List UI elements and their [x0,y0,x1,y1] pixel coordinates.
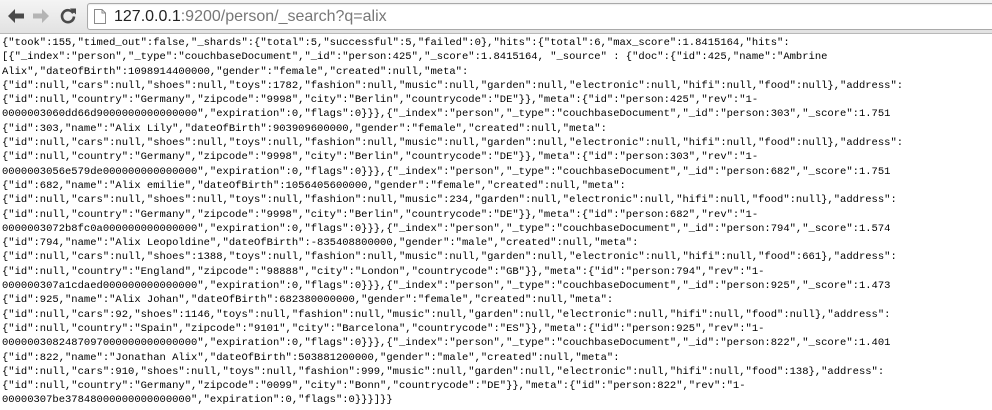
json-line: {"id":794,"name":"Alix Leopoldine","date… [2,237,639,250]
json-line: 0000003060dd66d9000000000000000","expira… [2,108,891,121]
forward-button[interactable] [29,4,53,28]
json-line: Alix","dateOfBirth":1098914400000,"gende… [2,65,469,78]
json-line: {"id":925,"name":"Alix Johan","dateOfBir… [2,294,614,307]
json-line: {"id":682,"name":"Alix emilie","dateOfBi… [2,179,626,192]
json-line: {"id":null,"cars":null,"shoes":1388,"toy… [2,251,897,264]
json-line: {"id":null,"cars":null,"shoes":null,"toy… [2,194,897,207]
json-line: {"id":822,"name":"Jonathan Alix","dateOf… [2,351,620,364]
json-line: {"id":null,"country":"Germany","zipcode"… [2,94,759,107]
address-bar[interactable]: 127.0.0.1:9200/person/_search?q=alix [87,3,992,30]
json-line: [{"_index":"person","_type":"couchbaseDo… [2,51,828,64]
json-line: 0000003082487097000000000000000","expira… [2,337,891,350]
forward-arrow-icon [33,9,49,23]
json-line: {"took":155,"timed_out":false,"_shards":… [2,37,790,49]
page-icon [94,9,106,24]
json-line: {"id":null,"country":"Germany","zipcode"… [2,208,759,221]
json-line: {"id":null,"country":"Spain","zipcode":"… [2,322,765,335]
url-text: 127.0.0.1:9200/person/_search?q=alix [114,7,387,26]
json-line: 00000307be37848000000000000000","expirat… [2,394,393,407]
json-line: {"id":null,"country":"England","zipcode"… [2,265,765,278]
json-line: 0000003072b8fc0a000000000000000","expira… [2,222,891,235]
url-path: :9200/person/_search?q=alix [180,8,387,25]
json-line: 0000003056e579de000000000000000","expira… [2,165,891,178]
back-button[interactable] [4,4,28,28]
json-line: {"id":null,"cars":null,"shoes":null,"toy… [2,137,904,150]
json-response-body: {"took":155,"timed_out":false,"_shards":… [0,36,992,410]
json-line: {"id":null,"cars":92,"shoes":1146,"toys"… [2,308,891,321]
json-line: 000000307a1cdaed000000000000000","expira… [2,280,891,293]
reload-button[interactable] [56,4,80,28]
json-line: {"id":null,"cars":910,"shoes":null,"toys… [2,365,885,378]
reload-icon [60,8,76,24]
back-arrow-icon [8,9,24,23]
url-host: 127.0.0.1 [114,8,181,25]
json-line: {"id":null,"country":"Germany","zipcode"… [2,380,746,393]
json-line: {"id":null,"country":"Germany","zipcode"… [2,151,759,164]
browser-toolbar: 127.0.0.1:9200/person/_search?q=alix [0,0,992,34]
json-line: {"id":null,"cars":null,"shoes":null,"toy… [2,79,904,92]
json-line: {"id":303,"name":"Alix Lily","dateOfBirt… [2,122,607,135]
